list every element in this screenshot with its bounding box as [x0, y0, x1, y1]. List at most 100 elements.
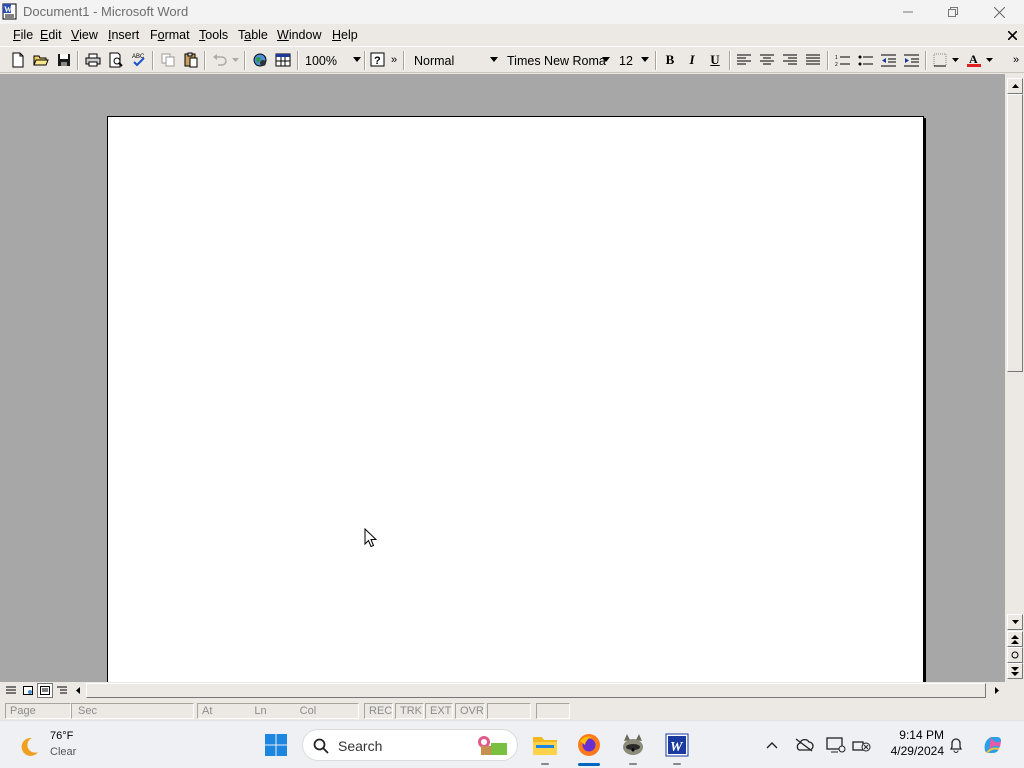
- running-indicator: [629, 763, 637, 765]
- outline-view-button[interactable]: [54, 683, 70, 698]
- scroll-down-button[interactable]: [1007, 614, 1023, 630]
- previous-page-button[interactable]: [1007, 631, 1023, 647]
- print-preview-button[interactable]: [106, 51, 126, 69]
- help-icon: ?: [370, 52, 385, 67]
- next-page-button[interactable]: [1007, 663, 1023, 679]
- align-left-button[interactable]: [734, 51, 754, 69]
- status-rec[interactable]: REC: [364, 703, 393, 719]
- numbering-button[interactable]: 12: [832, 51, 852, 69]
- help-button[interactable]: ?: [368, 51, 388, 69]
- moon-icon: [21, 737, 38, 756]
- document-page[interactable]: [107, 116, 924, 682]
- menu-insert[interactable]: Insert: [108, 28, 139, 42]
- style-combo[interactable]: Normal: [411, 51, 500, 70]
- clock[interactable]: 9:14 PM 4/29/2024: [880, 728, 944, 758]
- open-button[interactable]: [31, 51, 51, 69]
- font-combo[interactable]: Times New Roma: [504, 51, 612, 70]
- minimize-button[interactable]: [885, 0, 931, 24]
- firefox-taskbar-button[interactable]: [575, 731, 603, 759]
- underline-button[interactable]: U: [705, 51, 725, 69]
- display-tray-icon[interactable]: [826, 735, 846, 755]
- align-right-button[interactable]: [780, 51, 800, 69]
- search-box[interactable]: Search: [302, 729, 518, 761]
- font-color-dropdown[interactable]: [984, 51, 994, 69]
- style-value: Normal: [414, 53, 455, 68]
- horizontal-scrollbar[interactable]: [0, 682, 1024, 699]
- status-trk[interactable]: TRK: [395, 703, 424, 719]
- borders-button[interactable]: [930, 51, 950, 69]
- undo-button[interactable]: [210, 51, 230, 69]
- decrease-indent-button[interactable]: [878, 51, 898, 69]
- menu-view[interactable]: View: [71, 28, 98, 42]
- save-button[interactable]: [54, 51, 74, 69]
- menu-file[interactable]: File: [13, 28, 33, 42]
- insert-table-button[interactable]: [273, 51, 293, 69]
- restore-button[interactable]: [930, 0, 976, 24]
- chevron-double-right-icon: »: [390, 54, 398, 66]
- menu-tools[interactable]: Tools: [199, 28, 228, 42]
- document-workspace: [0, 74, 1005, 682]
- file-explorer-taskbar-button[interactable]: [531, 731, 559, 759]
- status-ext[interactable]: EXT: [425, 703, 453, 719]
- cloud-offline-icon: [795, 738, 814, 752]
- menu-edit[interactable]: Edit: [40, 28, 62, 42]
- borders-dropdown[interactable]: [950, 51, 960, 69]
- app-taskbar-button[interactable]: [619, 731, 647, 759]
- web-toolbar-button[interactable]: [250, 51, 270, 69]
- start-button[interactable]: [262, 731, 290, 759]
- scroll-up-button[interactable]: [1007, 78, 1023, 94]
- italic-button[interactable]: I: [682, 51, 702, 69]
- show-hidden-icons-button[interactable]: [762, 735, 782, 755]
- menu-format[interactable]: Format: [150, 28, 190, 42]
- align-center-icon: [760, 54, 774, 65]
- word-taskbar-button[interactable]: W: [663, 731, 691, 759]
- toolbar-separator: [297, 51, 299, 70]
- normal-view-button[interactable]: [3, 683, 19, 698]
- spelling-button[interactable]: ABC: [129, 51, 149, 69]
- menu-table[interactable]: Table: [238, 28, 268, 42]
- close-button[interactable]: [976, 0, 1022, 24]
- toolbar-separator: [925, 51, 927, 70]
- svg-text:1: 1: [835, 55, 838, 61]
- notifications-button[interactable]: [946, 735, 966, 755]
- chevron-down-icon: [231, 58, 239, 62]
- paste-button[interactable]: [181, 51, 201, 69]
- vertical-scroll-thumb[interactable]: [1007, 94, 1023, 372]
- align-center-button[interactable]: [757, 51, 777, 69]
- menu-window[interactable]: Window: [277, 28, 321, 42]
- toolbar-overflow-button[interactable]: »: [1010, 51, 1022, 69]
- copilot-button[interactable]: [980, 732, 1006, 758]
- paste-icon: [184, 52, 198, 68]
- copy-button[interactable]: [158, 51, 178, 69]
- svg-text:A: A: [969, 52, 978, 66]
- weather-widget[interactable]: 76°F Clear: [10, 727, 90, 763]
- undo-dropdown[interactable]: [229, 51, 241, 69]
- justify-button[interactable]: [803, 51, 823, 69]
- chevron-down-icon: [951, 58, 959, 62]
- word-app-icon: W: [665, 733, 689, 757]
- vertical-scrollbar[interactable]: [1005, 74, 1024, 682]
- bullets-button[interactable]: [855, 51, 875, 69]
- menu-help[interactable]: Help: [332, 28, 358, 42]
- scroll-left-button[interactable]: [70, 683, 86, 698]
- horizontal-scroll-thumb[interactable]: [86, 683, 986, 698]
- bold-button[interactable]: B: [660, 51, 680, 69]
- web-layout-view-button[interactable]: [20, 683, 36, 698]
- increase-indent-button[interactable]: [901, 51, 921, 69]
- zoom-combo[interactable]: 100%: [302, 51, 363, 70]
- font-size-combo[interactable]: 12: [616, 51, 651, 70]
- print-layout-view-button[interactable]: [37, 683, 53, 698]
- font-color-button[interactable]: A: [964, 51, 984, 69]
- status-ovr[interactable]: OVR: [455, 703, 485, 719]
- print-button[interactable]: [83, 51, 103, 69]
- toolbar-separator: [655, 51, 657, 70]
- network-tray-icon[interactable]: [852, 735, 872, 755]
- close-document-button[interactable]: [1004, 27, 1020, 43]
- toolbar-overflow-button[interactable]: »: [389, 51, 399, 69]
- status-position: At Ln Col: [197, 703, 359, 719]
- chevron-up-icon: [1011, 84, 1019, 88]
- scroll-right-button[interactable]: [989, 683, 1005, 698]
- select-browse-object-button[interactable]: [1007, 647, 1023, 663]
- new-button[interactable]: [8, 51, 28, 69]
- onedrive-tray-icon[interactable]: [794, 735, 814, 755]
